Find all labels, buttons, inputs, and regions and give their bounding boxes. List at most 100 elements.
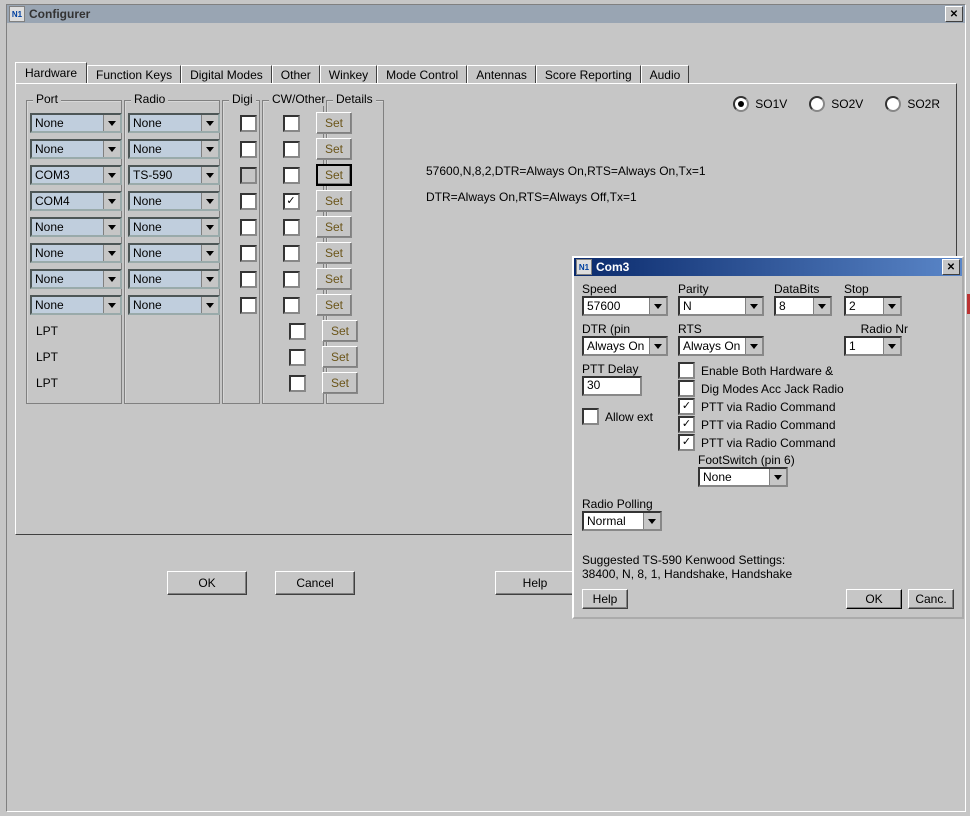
port-select[interactable]: None bbox=[30, 113, 122, 133]
cw-checkbox[interactable] bbox=[283, 115, 300, 132]
dialog-cancel-button[interactable]: Canc. bbox=[908, 589, 954, 609]
databits-select[interactable]: 8 bbox=[774, 296, 832, 316]
cw-checkbox[interactable] bbox=[283, 297, 300, 314]
suggest-line1: Suggested TS-590 Kenwood Settings: bbox=[582, 553, 954, 567]
set-button[interactable]: Set bbox=[322, 346, 358, 368]
dialog-ok-button[interactable]: OK bbox=[846, 589, 902, 609]
radio-select[interactable]: None bbox=[128, 243, 220, 263]
group-label: CW/Other bbox=[269, 92, 328, 106]
set-button[interactable]: Set bbox=[316, 112, 352, 134]
cw-checkbox[interactable] bbox=[283, 271, 300, 288]
lpt-row: LPTSet bbox=[30, 318, 358, 344]
set-button[interactable]: Set bbox=[316, 268, 352, 290]
set-button[interactable]: Set bbox=[316, 164, 352, 186]
set-button[interactable]: Set bbox=[322, 372, 358, 394]
footswitch-select[interactable]: None bbox=[698, 467, 788, 487]
radio-label: SO2V bbox=[831, 97, 863, 111]
set-button[interactable]: Set bbox=[316, 216, 352, 238]
rts-select[interactable]: Always On bbox=[678, 336, 764, 356]
ok-button[interactable]: OK bbox=[167, 571, 247, 595]
window-title: Configurer bbox=[29, 7, 945, 21]
port-row: None None Set bbox=[30, 292, 358, 318]
dialog-icon: N1 bbox=[576, 259, 592, 275]
port-select[interactable]: None bbox=[30, 217, 122, 237]
suggest-line2: 38400, N, 8, 1, Handshake, Handshake bbox=[582, 567, 954, 581]
cw-checkbox[interactable] bbox=[283, 219, 300, 236]
cw-checkbox[interactable] bbox=[289, 375, 306, 392]
parity-select[interactable]: N bbox=[678, 296, 764, 316]
tab-winkey[interactable]: Winkey bbox=[320, 65, 377, 84]
cw-checkbox[interactable]: ✓ bbox=[283, 193, 300, 210]
tab-other[interactable]: Other bbox=[272, 65, 320, 84]
opt-checkbox[interactable]: ✓ bbox=[678, 416, 695, 433]
port-row: COM4 None ✓ Set bbox=[30, 188, 358, 214]
radio-select[interactable]: None bbox=[128, 139, 220, 159]
digi-checkbox[interactable] bbox=[240, 245, 257, 262]
port-select[interactable]: COM3 bbox=[30, 165, 122, 185]
radio-select[interactable]: TS-590 bbox=[128, 165, 220, 185]
tab-audio[interactable]: Audio bbox=[641, 65, 690, 84]
radio-select[interactable]: None bbox=[128, 191, 220, 211]
opt-checkbox[interactable] bbox=[678, 362, 695, 379]
set-button[interactable]: Set bbox=[316, 138, 352, 160]
polling-select[interactable]: Normal bbox=[582, 511, 662, 531]
app-icon: N1 bbox=[9, 6, 25, 22]
so-mode-group: SO1V SO2V SO2R bbox=[733, 96, 940, 112]
cw-checkbox[interactable] bbox=[289, 323, 306, 340]
tab-score-reporting[interactable]: Score Reporting bbox=[536, 65, 641, 84]
set-button[interactable]: Set bbox=[316, 294, 352, 316]
databits-label: DataBits bbox=[774, 282, 838, 296]
ptt-delay-input[interactable]: 30 bbox=[582, 376, 642, 396]
group-label: Details bbox=[333, 92, 376, 106]
tab-function-keys[interactable]: Function Keys bbox=[87, 65, 181, 84]
close-button[interactable]: ✕ bbox=[945, 6, 963, 22]
stop-select[interactable]: 2 bbox=[844, 296, 902, 316]
dtr-select[interactable]: Always On bbox=[582, 336, 668, 356]
radio-select[interactable]: None bbox=[128, 269, 220, 289]
help-button[interactable]: Help bbox=[495, 571, 575, 595]
tab-hardware[interactable]: Hardware bbox=[15, 62, 87, 83]
cw-checkbox[interactable] bbox=[283, 167, 300, 184]
tab-antennas[interactable]: Antennas bbox=[467, 65, 536, 84]
titlebar[interactable]: N1 Configurer ✕ bbox=[7, 5, 965, 23]
radio-select[interactable]: None bbox=[128, 217, 220, 237]
digi-checkbox[interactable] bbox=[240, 193, 257, 210]
radio-so2v[interactable]: SO2V bbox=[809, 96, 863, 112]
radionr-select[interactable]: 1 bbox=[844, 336, 902, 356]
radio-select[interactable]: None bbox=[128, 113, 220, 133]
tab-digital-modes[interactable]: Digital Modes bbox=[181, 65, 272, 84]
opt-checkbox[interactable]: ✓ bbox=[678, 398, 695, 415]
dialog-titlebar[interactable]: N1 Com3 ✕ bbox=[574, 258, 962, 276]
opt-checkbox[interactable]: ✓ bbox=[678, 434, 695, 451]
tab-mode-control[interactable]: Mode Control bbox=[377, 65, 467, 84]
allow-ext-checkbox[interactable] bbox=[582, 408, 599, 425]
port-select[interactable]: None bbox=[30, 243, 122, 263]
cancel-button[interactable]: Cancel bbox=[275, 571, 355, 595]
digi-checkbox[interactable] bbox=[240, 115, 257, 132]
radio-label: SO2R bbox=[907, 97, 940, 111]
speed-select[interactable]: 57600 bbox=[582, 296, 668, 316]
opt-checkbox[interactable] bbox=[678, 380, 695, 397]
set-button[interactable]: Set bbox=[322, 320, 358, 342]
cw-checkbox[interactable] bbox=[283, 141, 300, 158]
radio-so2r[interactable]: SO2R bbox=[885, 96, 940, 112]
set-button[interactable]: Set bbox=[316, 242, 352, 264]
port-select[interactable]: None bbox=[30, 295, 122, 315]
cw-checkbox[interactable] bbox=[283, 245, 300, 262]
port-select[interactable]: COM4 bbox=[30, 191, 122, 211]
lpt-label: LPT bbox=[30, 350, 128, 364]
port-select[interactable]: None bbox=[30, 269, 122, 289]
set-button[interactable]: Set bbox=[316, 190, 352, 212]
radio-select[interactable]: None bbox=[128, 295, 220, 315]
digi-checkbox[interactable] bbox=[240, 219, 257, 236]
digi-checkbox[interactable] bbox=[240, 141, 257, 158]
port-row: None None Set bbox=[30, 214, 358, 240]
radio-so1v[interactable]: SO1V bbox=[733, 96, 787, 112]
digi-checkbox[interactable] bbox=[240, 271, 257, 288]
dialog-close-button[interactable]: ✕ bbox=[942, 259, 960, 275]
dialog-help-button[interactable]: Help bbox=[582, 589, 628, 609]
group-label: Digi bbox=[229, 92, 256, 106]
cw-checkbox[interactable] bbox=[289, 349, 306, 366]
digi-checkbox[interactable] bbox=[240, 297, 257, 314]
port-select[interactable]: None bbox=[30, 139, 122, 159]
